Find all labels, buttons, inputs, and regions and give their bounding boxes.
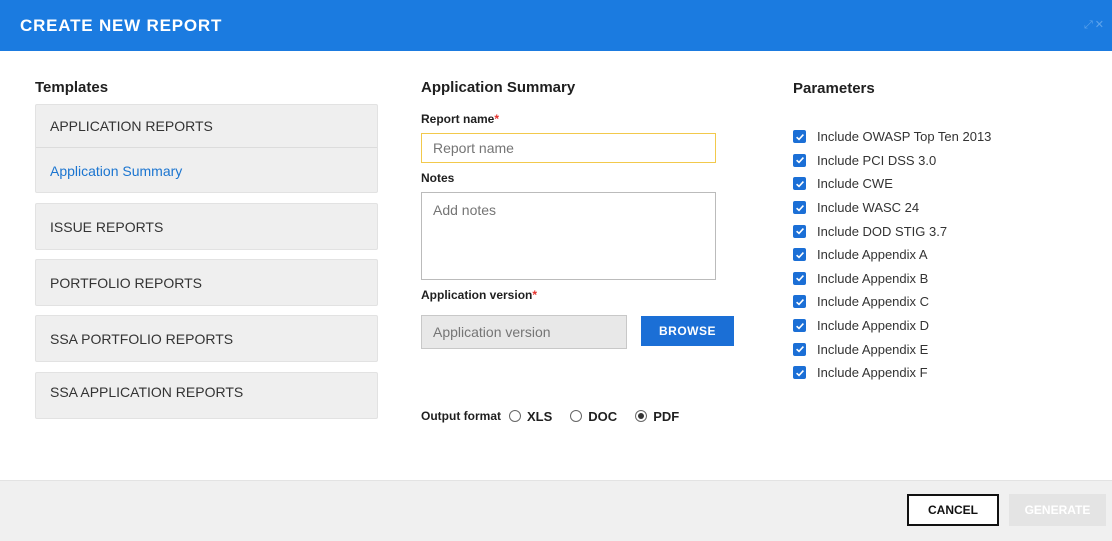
template-group-header[interactable]: APPLICATION REPORTS	[36, 105, 377, 147]
notes-textarea[interactable]	[421, 192, 716, 280]
output-format-group: Output format XLS DOC PDF	[421, 407, 689, 425]
parameter-row[interactable]: Include Appendix F	[793, 361, 991, 385]
parameter-label: Include WASC 24	[817, 200, 920, 216]
parameter-label: Include PCI DSS 3.0	[817, 152, 937, 168]
output-format-label: Output format	[421, 409, 501, 423]
radio-xls[interactable]	[509, 410, 521, 422]
parameter-label: Include Appendix C	[817, 294, 930, 310]
parameter-row[interactable]: Include Appendix D	[793, 314, 991, 338]
dialog-titlebar: CREATE NEW REPORT ⤢ ✕	[0, 0, 1112, 51]
checkbox-checked-icon[interactable]	[793, 201, 806, 215]
app-version-label: Application version*	[421, 288, 538, 302]
template-group-header[interactable]: SSA APPLICATION REPORTS	[36, 373, 377, 411]
radio-pdf[interactable]	[635, 410, 648, 422]
parameter-row[interactable]: Include WASC 24	[793, 196, 991, 220]
parameter-label: Include Appendix D	[817, 318, 930, 334]
parameter-label: Include Appendix A	[817, 247, 928, 263]
parameter-row[interactable]: Include OWASP Top Ten 2013	[793, 125, 991, 149]
template-group-application-reports: APPLICATION REPORTS Application Summary	[35, 104, 378, 193]
parameter-row[interactable]: Include Appendix C	[793, 290, 991, 314]
parameter-row[interactable]: Include CWE	[793, 172, 991, 196]
template-group-ssa-application-reports: SSA APPLICATION REPORTS	[35, 372, 378, 419]
required-marker: *	[532, 288, 538, 302]
checkbox-checked-icon[interactable]	[793, 130, 806, 144]
cancel-button[interactable]: CANCEL	[907, 494, 999, 526]
parameter-label: Include DOD STIG 3.7	[817, 223, 948, 239]
template-group-header[interactable]: SSA PORTFOLIO REPORTS	[36, 316, 377, 361]
expand-icon[interactable]: ⤢	[1084, 19, 1093, 31]
parameter-label: Include CWE	[817, 176, 893, 192]
radio-doc[interactable]	[570, 410, 583, 422]
checkbox-checked-icon[interactable]	[793, 342, 806, 356]
parameter-row[interactable]: Include Appendix E	[793, 337, 991, 361]
parameters-heading: Parameters	[793, 80, 875, 97]
close-icon[interactable]: ✕	[1095, 19, 1104, 31]
parameters-list: Include OWASP Top Ten 2013 Include PCI DS…	[793, 125, 991, 385]
parameter-label: Include OWASP Top Ten 2013	[817, 129, 992, 145]
template-group-ssa-portfolio-reports: SSA PORTFOLIO REPORTS	[35, 315, 378, 362]
template-group-issue-reports: ISSUE REPORTS	[35, 203, 378, 250]
checkbox-checked-icon[interactable]	[793, 271, 806, 285]
checkbox-checked-icon[interactable]	[793, 295, 806, 309]
checkbox-checked-icon[interactable]	[793, 366, 806, 380]
notes-label: Notes	[421, 171, 455, 185]
template-item-application-summary[interactable]: Application Summary	[36, 147, 377, 193]
parameter-row[interactable]: Include PCI DSS 3.0	[793, 149, 991, 173]
dialog-title: CREATE NEW REPORT	[20, 16, 223, 35]
templates-heading: Templates	[35, 79, 109, 96]
template-group-header[interactable]: PORTFOLIO REPORTS	[36, 260, 377, 305]
app-version-input[interactable]	[421, 315, 627, 349]
parameter-label: Include Appendix F	[817, 365, 928, 381]
required-marker: *	[494, 112, 500, 126]
report-name-input[interactable]	[421, 133, 716, 163]
checkbox-checked-icon[interactable]	[793, 153, 806, 167]
browse-button[interactable]: BROWSE	[641, 316, 734, 346]
checkbox-checked-icon[interactable]	[793, 177, 806, 191]
template-group-portfolio-reports: PORTFOLIO REPORTS	[35, 259, 378, 306]
radio-xls-label[interactable]: XLS	[527, 409, 552, 424]
window-controls: ⤢ ✕	[1082, 18, 1104, 32]
template-group-header[interactable]: ISSUE REPORTS	[36, 204, 377, 249]
parameter-label: Include Appendix E	[817, 341, 929, 357]
radio-doc-label[interactable]: DOC	[588, 409, 617, 424]
checkbox-checked-icon[interactable]	[793, 248, 806, 262]
form-heading: Application Summary	[421, 79, 576, 96]
generate-button[interactable]: GENERATE	[1009, 494, 1106, 526]
parameter-row[interactable]: Include Appendix A	[793, 243, 991, 267]
radio-pdf-label[interactable]: PDF	[653, 409, 679, 424]
report-name-label: Report name*	[421, 112, 500, 126]
checkbox-checked-icon[interactable]	[793, 319, 806, 333]
checkbox-checked-icon[interactable]	[793, 224, 806, 238]
parameter-label: Include Appendix B	[817, 270, 929, 286]
parameter-row[interactable]: Include DOD STIG 3.7	[793, 219, 991, 243]
parameter-row[interactable]: Include Appendix B	[793, 267, 991, 291]
